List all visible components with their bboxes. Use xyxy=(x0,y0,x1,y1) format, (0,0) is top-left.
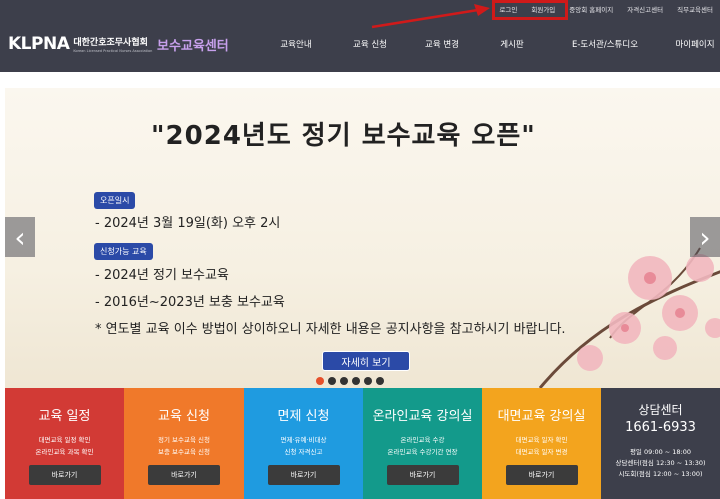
slide-dot[interactable] xyxy=(352,377,360,385)
consult-phone[interactable]: 1661-6933 xyxy=(601,420,720,435)
site-header: 로그인 회원가입 중앙회 홈페이지 자격신고센터 직무교육센터 KLPNA 대한… xyxy=(0,0,720,72)
next-slide-icon[interactable]: › xyxy=(690,217,720,257)
nav-library[interactable]: E-도서관/스튜디오 xyxy=(572,38,638,50)
tile-title: 교육 일정 xyxy=(38,409,91,424)
tile-desc: 대면교육 일자 변경 xyxy=(515,448,568,456)
consult-center-tile: 상담센터 1661-6933 평일 09:00 ~ 18:00 상담센터(점심 … xyxy=(601,388,720,499)
tile-go-button[interactable]: 바로가기 xyxy=(386,465,459,485)
courses-badge: 신청가능 교육 xyxy=(94,243,153,260)
tile-title: 교육 신청 xyxy=(158,409,210,424)
job-training-link[interactable]: 직무교육센터 xyxy=(670,4,720,14)
page: 로그인 회원가입 중앙회 홈페이지 자격신고센터 직무교육센터 KLPNA 대한… xyxy=(0,0,720,499)
consult-lunch: 시도회(점심 12:00 ~ 13:00) xyxy=(618,470,703,478)
tile-desc: 온라인교육 과목 확인 xyxy=(35,448,94,456)
login-signup-highlight-box xyxy=(492,0,568,20)
tile-desc: 면제·유예·비대상 xyxy=(280,436,327,444)
slide-dot[interactable] xyxy=(328,377,336,385)
hero-title: "2024년도 정기 보수교육 오픈" xyxy=(151,121,536,151)
license-report-link[interactable]: 자격신고센터 xyxy=(620,4,670,14)
tile-desc: 대면교육 일자 확인 xyxy=(515,436,568,444)
consult-title: 상담센터 xyxy=(638,403,683,417)
consult-hours: 평일 09:00 ~ 18:00 xyxy=(629,448,692,456)
main-homepage-link[interactable]: 중앙회 홈페이지 xyxy=(562,4,620,14)
hero-banner: "2024년도 정기 보수교육 오픈" 오픈일시 - 2024년 3월 19일(… xyxy=(5,88,720,388)
slide-dot[interactable] xyxy=(376,377,384,385)
course-item-1: - 2024년 정기 보수교육 xyxy=(95,268,229,283)
tile-title: 온라인교육 강의실 xyxy=(372,409,473,424)
course-item-2: - 2016년~2023년 보충 보수교육 xyxy=(95,295,285,310)
tile-title: 면제 신청 xyxy=(277,409,330,424)
tile-exemption-apply[interactable]: 면제 신청 면제·유예·비대상 신청 자격신고 바로가기 xyxy=(244,388,363,499)
tile-go-button[interactable]: 바로가기 xyxy=(28,465,101,485)
hero-notice: * 연도별 교육 이수 방법이 상이하오니 자세한 내용은 공지사항을 참고하시… xyxy=(95,322,566,337)
slide-dot[interactable] xyxy=(316,377,324,385)
tile-edu-schedule[interactable]: 교육 일정 대면교육 일정 확인 온라인교육 과목 확인 바로가기 xyxy=(5,388,124,499)
tile-title: 대면교육 강의실 xyxy=(497,409,586,424)
tile-desc: 온라인교육 수강 xyxy=(400,436,445,444)
nav-board[interactable]: 게시판 xyxy=(500,38,523,50)
nav-edu-change[interactable]: 교육 변경 xyxy=(425,38,459,50)
tile-desc: 대면교육 일정 확인 xyxy=(38,436,91,444)
main-nav: 교육안내 교육 신청 교육 변경 게시판 E-도서관/스튜디오 마이페이지 xyxy=(0,38,720,50)
open-date-badge: 오픈일시 xyxy=(94,192,136,209)
tile-online-classroom[interactable]: 온라인교육 강의실 온라인교육 수강 온라인교육 수강기간 연장 바로가기 xyxy=(363,388,482,499)
prev-slide-icon[interactable]: ‹ xyxy=(5,217,35,257)
tile-desc: 보충 보수교육 신청 xyxy=(158,448,210,456)
nav-mypage[interactable]: 마이페이지 xyxy=(675,38,714,50)
open-date-text: - 2024년 3월 19일(화) 오후 2시 xyxy=(95,216,281,231)
tile-edu-apply[interactable]: 교육 신청 정기 보수교육 신청 보충 보수교육 신청 바로가기 xyxy=(124,388,244,499)
tile-desc: 신청 자격신고 xyxy=(284,448,323,456)
consult-lunch: 상담센터(점심 12:30 ~ 13:30) xyxy=(615,459,706,467)
quick-menu: 교육 일정 대면교육 일정 확인 온라인교육 과목 확인 바로가기 교육 신청 … xyxy=(5,388,720,499)
tile-desc: 온라인교육 수강기간 연장 xyxy=(387,448,458,456)
slide-dot[interactable] xyxy=(364,377,372,385)
slide-dot[interactable] xyxy=(340,377,348,385)
detail-button[interactable]: 자세히 보기 xyxy=(322,351,410,371)
tile-go-button[interactable]: 바로가기 xyxy=(267,465,340,485)
tile-go-button[interactable]: 바로가기 xyxy=(148,465,220,485)
tile-desc: 정기 보수교육 신청 xyxy=(158,436,210,444)
nav-edu-info[interactable]: 교육안내 xyxy=(280,38,311,50)
nav-edu-apply[interactable]: 교육 신청 xyxy=(353,38,387,50)
tile-offline-classroom[interactable]: 대면교육 강의실 대면교육 일자 확인 대면교육 일자 변경 바로가기 xyxy=(482,388,601,499)
slide-indicators xyxy=(316,377,384,385)
tile-go-button[interactable]: 바로가기 xyxy=(505,465,578,485)
